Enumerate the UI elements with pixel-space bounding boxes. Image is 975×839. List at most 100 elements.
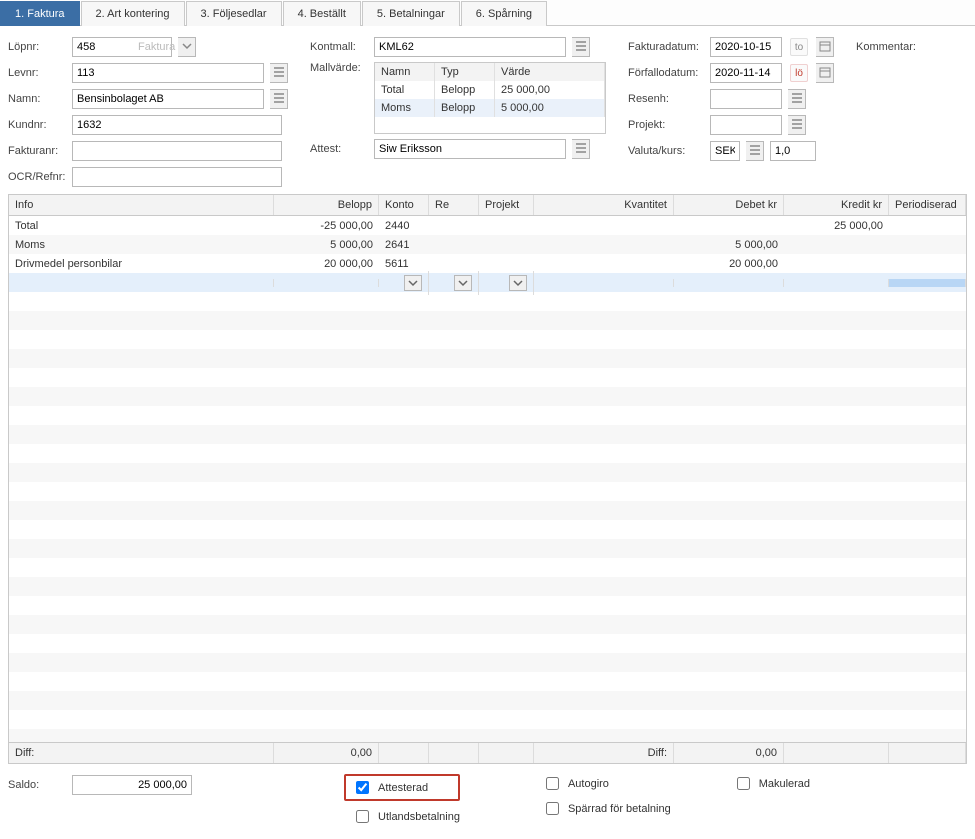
re-dropdown[interactable] <box>454 275 472 291</box>
lopnr-dropdown[interactable] <box>178 37 196 57</box>
fakturadatum-calendar-button[interactable] <box>816 37 834 57</box>
cell-perio-edit[interactable] <box>889 279 966 287</box>
attest-input[interactable] <box>374 139 566 159</box>
cell-belopp: -25 000,00 <box>274 216 379 236</box>
mallvarde-header: Namn Typ Värde <box>375 63 605 81</box>
cell-info: Drivmedel personbilar <box>9 254 274 274</box>
col-kommentar: Kommentar: <box>856 36 916 188</box>
cell-kredit-edit[interactable] <box>784 279 889 287</box>
forfallodatum-label: Förfallodatum: <box>628 67 704 79</box>
cell-debet-edit[interactable] <box>674 279 784 287</box>
levnr-input[interactable] <box>72 63 264 83</box>
list-icon <box>575 40 587 55</box>
mv-cell: Belopp <box>435 99 495 117</box>
mv-cell: Moms <box>375 99 435 117</box>
valuta-lookup-button[interactable] <box>746 141 764 161</box>
mv-cell: Total <box>375 81 435 99</box>
grid-row[interactable]: Moms 5 000,00 2641 5 000,00 <box>9 235 966 254</box>
forfallodatum-day: lö <box>790 64 808 82</box>
attest-lookup-button[interactable] <box>572 139 590 159</box>
mv-col-namn[interactable]: Namn <box>375 63 435 81</box>
fakturadatum-input[interactable] <box>710 37 782 57</box>
tabbar: 1. Faktura 2. Art kontering 3. Följesedl… <box>0 0 975 26</box>
cell-projekt-edit[interactable] <box>479 271 534 295</box>
diff-label-right: Diff: <box>534 743 674 763</box>
cell-re <box>429 260 479 268</box>
mv-cell: 5 000,00 <box>495 99 605 117</box>
col-projekt[interactable]: Projekt <box>479 195 534 215</box>
projekt-dropdown[interactable] <box>509 275 527 291</box>
namn-label: Namn: <box>8 93 66 105</box>
kurs-input[interactable] <box>770 141 816 161</box>
namn-lookup-button[interactable] <box>270 89 288 109</box>
mallvarde-row[interactable]: Moms Belopp 5 000,00 <box>375 99 605 117</box>
resenh-label: Resenh: <box>628 93 704 105</box>
attesterad-checkbox[interactable] <box>356 781 369 794</box>
fakturanr-input[interactable] <box>72 141 282 161</box>
mallvarde-row[interactable]: Total Belopp 25 000,00 <box>375 81 605 99</box>
col-kvantitet[interactable]: Kvantitet <box>534 195 674 215</box>
cell-belopp: 5 000,00 <box>274 235 379 255</box>
col-belopp[interactable]: Belopp <box>274 195 379 215</box>
forfallodatum-input[interactable] <box>710 63 782 83</box>
cell-periodiserad <box>889 222 966 230</box>
cell-re-edit[interactable] <box>429 271 479 295</box>
fakturadatum-day: to <box>790 38 808 56</box>
projekt-lookup-button[interactable] <box>788 115 806 135</box>
bottom-bar: Saldo: Attesterad Utlandsbetalning Autog… <box>0 764 975 826</box>
grid-row[interactable]: Total -25 000,00 2440 25 000,00 <box>9 216 966 235</box>
kontmall-input[interactable] <box>374 37 566 57</box>
cell-belopp-edit[interactable] <box>274 279 379 287</box>
grid-edit-row[interactable] <box>9 273 966 292</box>
col-kredit[interactable]: Kredit kr <box>784 195 889 215</box>
col-konto[interactable]: Konto <box>379 195 429 215</box>
tab-art-kontering[interactable]: 2. Art kontering <box>81 1 185 26</box>
list-icon <box>791 92 803 107</box>
utlandsbetalning-checkbox[interactable] <box>356 810 369 823</box>
col-debet[interactable]: Debet kr <box>674 195 784 215</box>
col-re[interactable]: Re <box>429 195 479 215</box>
kontmall-lookup-button[interactable] <box>572 37 590 57</box>
col-info[interactable]: Info <box>9 195 274 215</box>
mv-col-typ[interactable]: Typ <box>435 63 495 81</box>
ocr-label: OCR/Refnr: <box>8 171 66 183</box>
chevron-down-icon <box>182 41 192 54</box>
col-mid: Kontmall: Mallvärde: Namn Typ Värde Tota… <box>310 36 606 188</box>
tab-betalningar[interactable]: 5. Betalningar <box>362 1 460 26</box>
projekt-label: Projekt: <box>628 119 704 131</box>
ocr-input[interactable] <box>72 167 282 187</box>
valuta-input[interactable] <box>710 141 740 161</box>
projekt-input[interactable] <box>710 115 782 135</box>
cell-debet <box>674 222 784 230</box>
tab-foljesedlar[interactable]: 3. Följesedlar <box>186 1 282 26</box>
valutakurs-label: Valuta/kurs: <box>628 145 704 157</box>
saldo-value[interactable] <box>72 775 192 795</box>
mv-cell: 25 000,00 <box>495 81 605 99</box>
levnr-lookup-button[interactable] <box>270 63 288 83</box>
sparrad-checkbox[interactable] <box>546 802 559 815</box>
cell-konto-edit[interactable] <box>379 271 429 295</box>
mv-col-varde[interactable]: Värde <box>495 63 605 81</box>
namn-input[interactable] <box>72 89 264 109</box>
cell-kvant-edit[interactable] <box>534 279 674 287</box>
kundnr-label: Kundnr: <box>8 119 66 131</box>
diff-value-right: 0,00 <box>674 743 784 763</box>
cell-info-edit[interactable] <box>9 279 274 287</box>
lopnr-input[interactable] <box>72 37 172 57</box>
kontmall-label: Kontmall: <box>310 41 368 53</box>
col-right: Fakturadatum: to Förfallodatum: lö Resen… <box>628 36 834 188</box>
tab-sparning[interactable]: 6. Spårning <box>461 1 547 26</box>
tab-bestallt[interactable]: 4. Beställt <box>283 1 361 26</box>
konto-dropdown[interactable] <box>404 275 422 291</box>
mallvarde-row-empty[interactable] <box>375 117 605 133</box>
cell-projekt <box>479 241 534 249</box>
col-periodiserad[interactable]: Periodiserad <box>889 195 966 215</box>
forfallodatum-calendar-button[interactable] <box>816 63 834 83</box>
cell-kredit: 25 000,00 <box>784 216 889 236</box>
resenh-input[interactable] <box>710 89 782 109</box>
kundnr-input[interactable] <box>72 115 282 135</box>
tab-faktura[interactable]: 1. Faktura <box>0 1 80 26</box>
autogiro-checkbox[interactable] <box>546 777 559 790</box>
resenh-lookup-button[interactable] <box>788 89 806 109</box>
makulerad-checkbox[interactable] <box>737 777 750 790</box>
